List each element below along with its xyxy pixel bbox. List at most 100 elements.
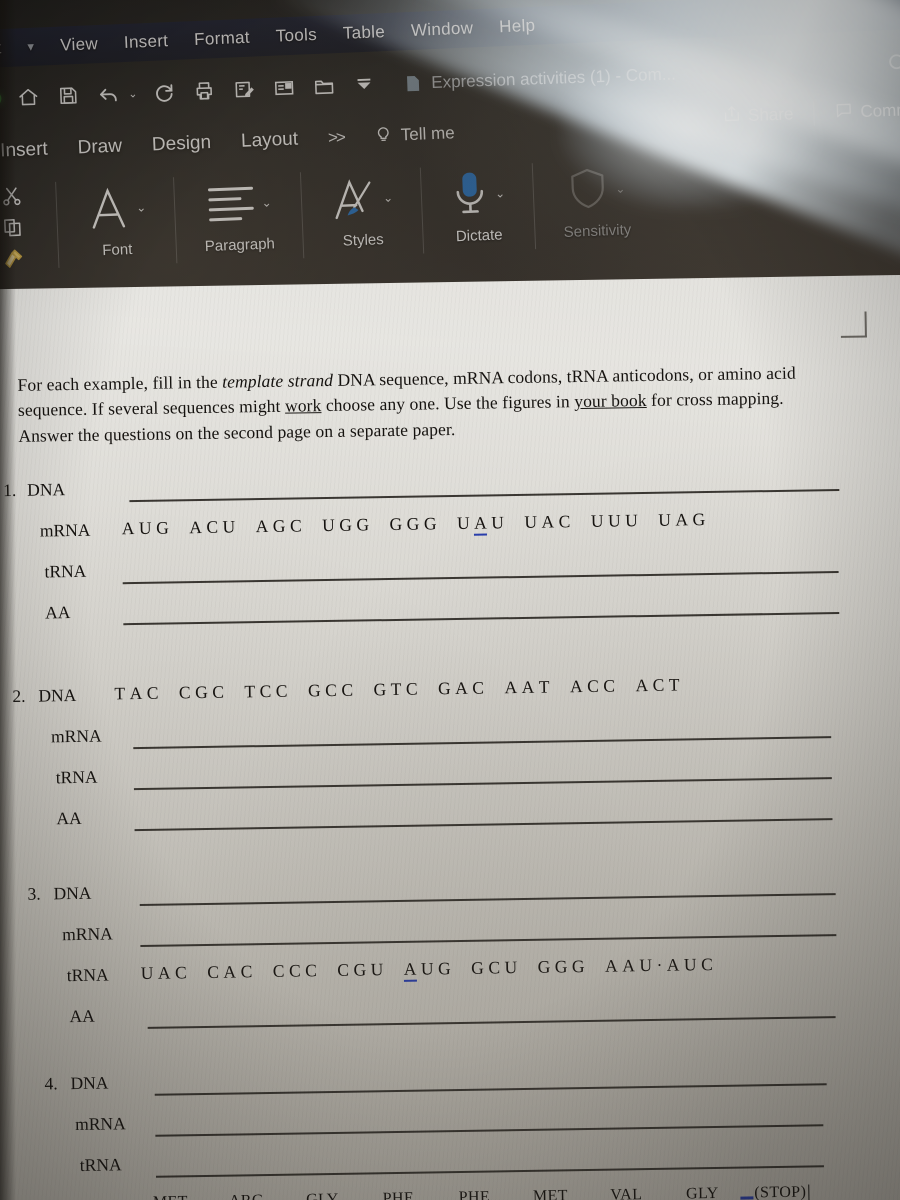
- undo-icon[interactable]: [95, 81, 122, 108]
- q1-blank-trna[interactable]: [122, 570, 839, 584]
- home-icon[interactable]: [15, 84, 42, 111]
- q2-blank-aa[interactable]: [134, 818, 833, 831]
- q1-blank-aa[interactable]: [123, 611, 840, 625]
- search-icon[interactable]: [885, 50, 900, 75]
- tabs-overflow-icon[interactable]: >>: [328, 128, 345, 149]
- sensitivity-shield-icon[interactable]: [565, 158, 611, 220]
- app-chrome: dit ▾ View Insert Format Tools Table Win…: [0, 0, 900, 310]
- q4-label-mrna: mRNA: [75, 1113, 126, 1135]
- q3-number: 3.: [27, 883, 41, 904]
- q1-label-mrna: mRNA: [39, 519, 91, 541]
- tell-me-label: Tell me: [400, 123, 456, 145]
- format-painter-icon[interactable]: [3, 247, 26, 270]
- actions-divider: [813, 101, 815, 126]
- copy-icon[interactable]: [1, 216, 24, 239]
- print-icon[interactable]: [191, 77, 218, 104]
- ribbon-group-styles[interactable]: ⌄ Styles: [313, 164, 411, 251]
- intro-work-underlined: work: [284, 395, 322, 417]
- q1-blank-dna[interactable]: [129, 488, 840, 502]
- codon: UAC: [140, 962, 188, 984]
- q1-number: 1.: [3, 479, 17, 501]
- q3-label-dna: DNA: [53, 882, 92, 904]
- ribbon-divider-1: [55, 181, 60, 268]
- codon: TCC: [244, 680, 289, 702]
- q4-blank-dna[interactable]: [154, 1083, 827, 1096]
- dictate-dropdown-chevron-icon[interactable]: ⌄: [495, 186, 506, 200]
- codon: UGG: [322, 514, 370, 536]
- paragraph-dropdown-chevron-icon[interactable]: ⌄: [261, 195, 272, 209]
- codon: CCC: [272, 960, 318, 981]
- tab-insert[interactable]: Insert: [0, 139, 48, 163]
- markup-edit-icon[interactable]: [231, 76, 258, 103]
- menu-item-tools[interactable]: Tools: [275, 25, 317, 47]
- tab-design[interactable]: Design: [152, 132, 212, 156]
- question-4: 4. DNA mRNA ] tRNA AA MET AR: [0, 1054, 900, 1200]
- tell-me-button[interactable]: Tell me: [373, 121, 455, 148]
- q2-blank-mrna[interactable]: [133, 736, 832, 749]
- styles-dropdown-chevron-icon[interactable]: ⌄: [383, 191, 394, 205]
- codon: AUG: [121, 517, 170, 539]
- menu-item-view[interactable]: View: [60, 34, 99, 56]
- q3-label-aa: AA: [69, 1005, 95, 1027]
- q3-blank-mrna[interactable]: [140, 934, 837, 947]
- ribbon-group-label-sensitivity: Sensitivity: [563, 221, 632, 241]
- amino-acid: MET: [132, 1193, 208, 1200]
- q3-label-mrna: mRNA: [62, 923, 113, 945]
- codon: GCC: [307, 679, 354, 701]
- codon: AGC: [255, 515, 303, 537]
- codon: CGC: [178, 681, 225, 703]
- text-cursor: [808, 1184, 810, 1200]
- menu-item-edit[interactable]: dit: [0, 38, 2, 59]
- ribbon-group-sensitivity[interactable]: ⌄ Sensitivity: [545, 155, 648, 242]
- menu-item-help[interactable]: Help: [499, 16, 536, 37]
- paragraph-lines-icon[interactable]: [203, 172, 257, 234]
- menu-chevron-icon: ▾: [27, 38, 35, 55]
- comments-button[interactable]: Commen: [834, 98, 900, 125]
- menu-item-insert[interactable]: Insert: [124, 31, 169, 53]
- window-zoom-button[interactable]: [0, 90, 2, 107]
- tab-draw[interactable]: Draw: [77, 136, 122, 160]
- document-page[interactable]: For each example, fill in the template s…: [0, 274, 900, 1200]
- q3-blank-dna[interactable]: [139, 893, 836, 906]
- q3-blank-aa[interactable]: [147, 1016, 836, 1029]
- ribbon-group-paragraph[interactable]: ⌄ Paragraph: [186, 169, 291, 256]
- menu-item-window[interactable]: Window: [411, 18, 474, 41]
- ribbon-group-font[interactable]: ⌄ Font: [68, 174, 164, 261]
- share-button[interactable]: Share: [722, 102, 794, 128]
- q4-blank-mrna[interactable]: [155, 1124, 824, 1137]
- ribbon-group-label-dictate: Dictate: [455, 226, 503, 246]
- spellcheck-mark: A: [473, 512, 488, 536]
- q1-mrna-sequence[interactable]: AUG ACU AGC UGG GGG UAU UAC UUU UAG: [122, 509, 726, 541]
- codon: GTC: [373, 678, 419, 700]
- comment-bubble-icon: [834, 100, 854, 125]
- q2-dna-sequence[interactable]: TAC CGC TCC GCC GTC GAC AAT ACC ACT: [114, 674, 700, 704]
- menu-item-table[interactable]: Table: [343, 22, 386, 44]
- q1-label-aa: AA: [44, 602, 71, 623]
- codon-marked: UAU: [457, 512, 505, 536]
- open-folder-icon[interactable]: [311, 73, 338, 100]
- tab-layout[interactable]: Layout: [241, 129, 299, 153]
- codon: UAC: [524, 511, 572, 532]
- undo-dropdown-chevron-icon[interactable]: ⌄: [128, 87, 138, 100]
- save-icon[interactable]: [55, 82, 82, 109]
- amino-acid: GLY: [306, 1190, 339, 1200]
- microphone-icon[interactable]: [449, 163, 491, 225]
- q4-blank-trna[interactable]: [156, 1165, 824, 1178]
- intro-line1-a: For each example, fill in the: [17, 371, 223, 395]
- redo-icon[interactable]: [151, 79, 178, 106]
- sensitivity-dropdown-chevron-icon[interactable]: ⌄: [615, 182, 626, 196]
- font-dropdown-chevron-icon[interactable]: ⌄: [136, 200, 147, 214]
- codon: AAU: [604, 954, 653, 976]
- clipboard-group[interactable]: [0, 178, 46, 270]
- ribbon-group-dictate[interactable]: ⌄ Dictate: [433, 160, 523, 246]
- menu-item-format[interactable]: Format: [194, 28, 250, 50]
- styles-brush-icon[interactable]: [329, 167, 379, 229]
- cut-scissors-icon[interactable]: [0, 185, 23, 208]
- document-title-area[interactable]: Expression activities (1) - Com...: [403, 64, 676, 94]
- font-letter-a-icon[interactable]: [84, 177, 132, 239]
- q3-trna-sequence[interactable]: UAC CAC CCC CGU AUG GCU GGG AAU · AUC: [141, 954, 734, 986]
- margin-corner-top-left: [0, 335, 23, 363]
- q2-blank-trna[interactable]: [133, 777, 832, 790]
- layout-pane-icon[interactable]: [271, 75, 298, 102]
- more-options-icon[interactable]: [351, 72, 378, 99]
